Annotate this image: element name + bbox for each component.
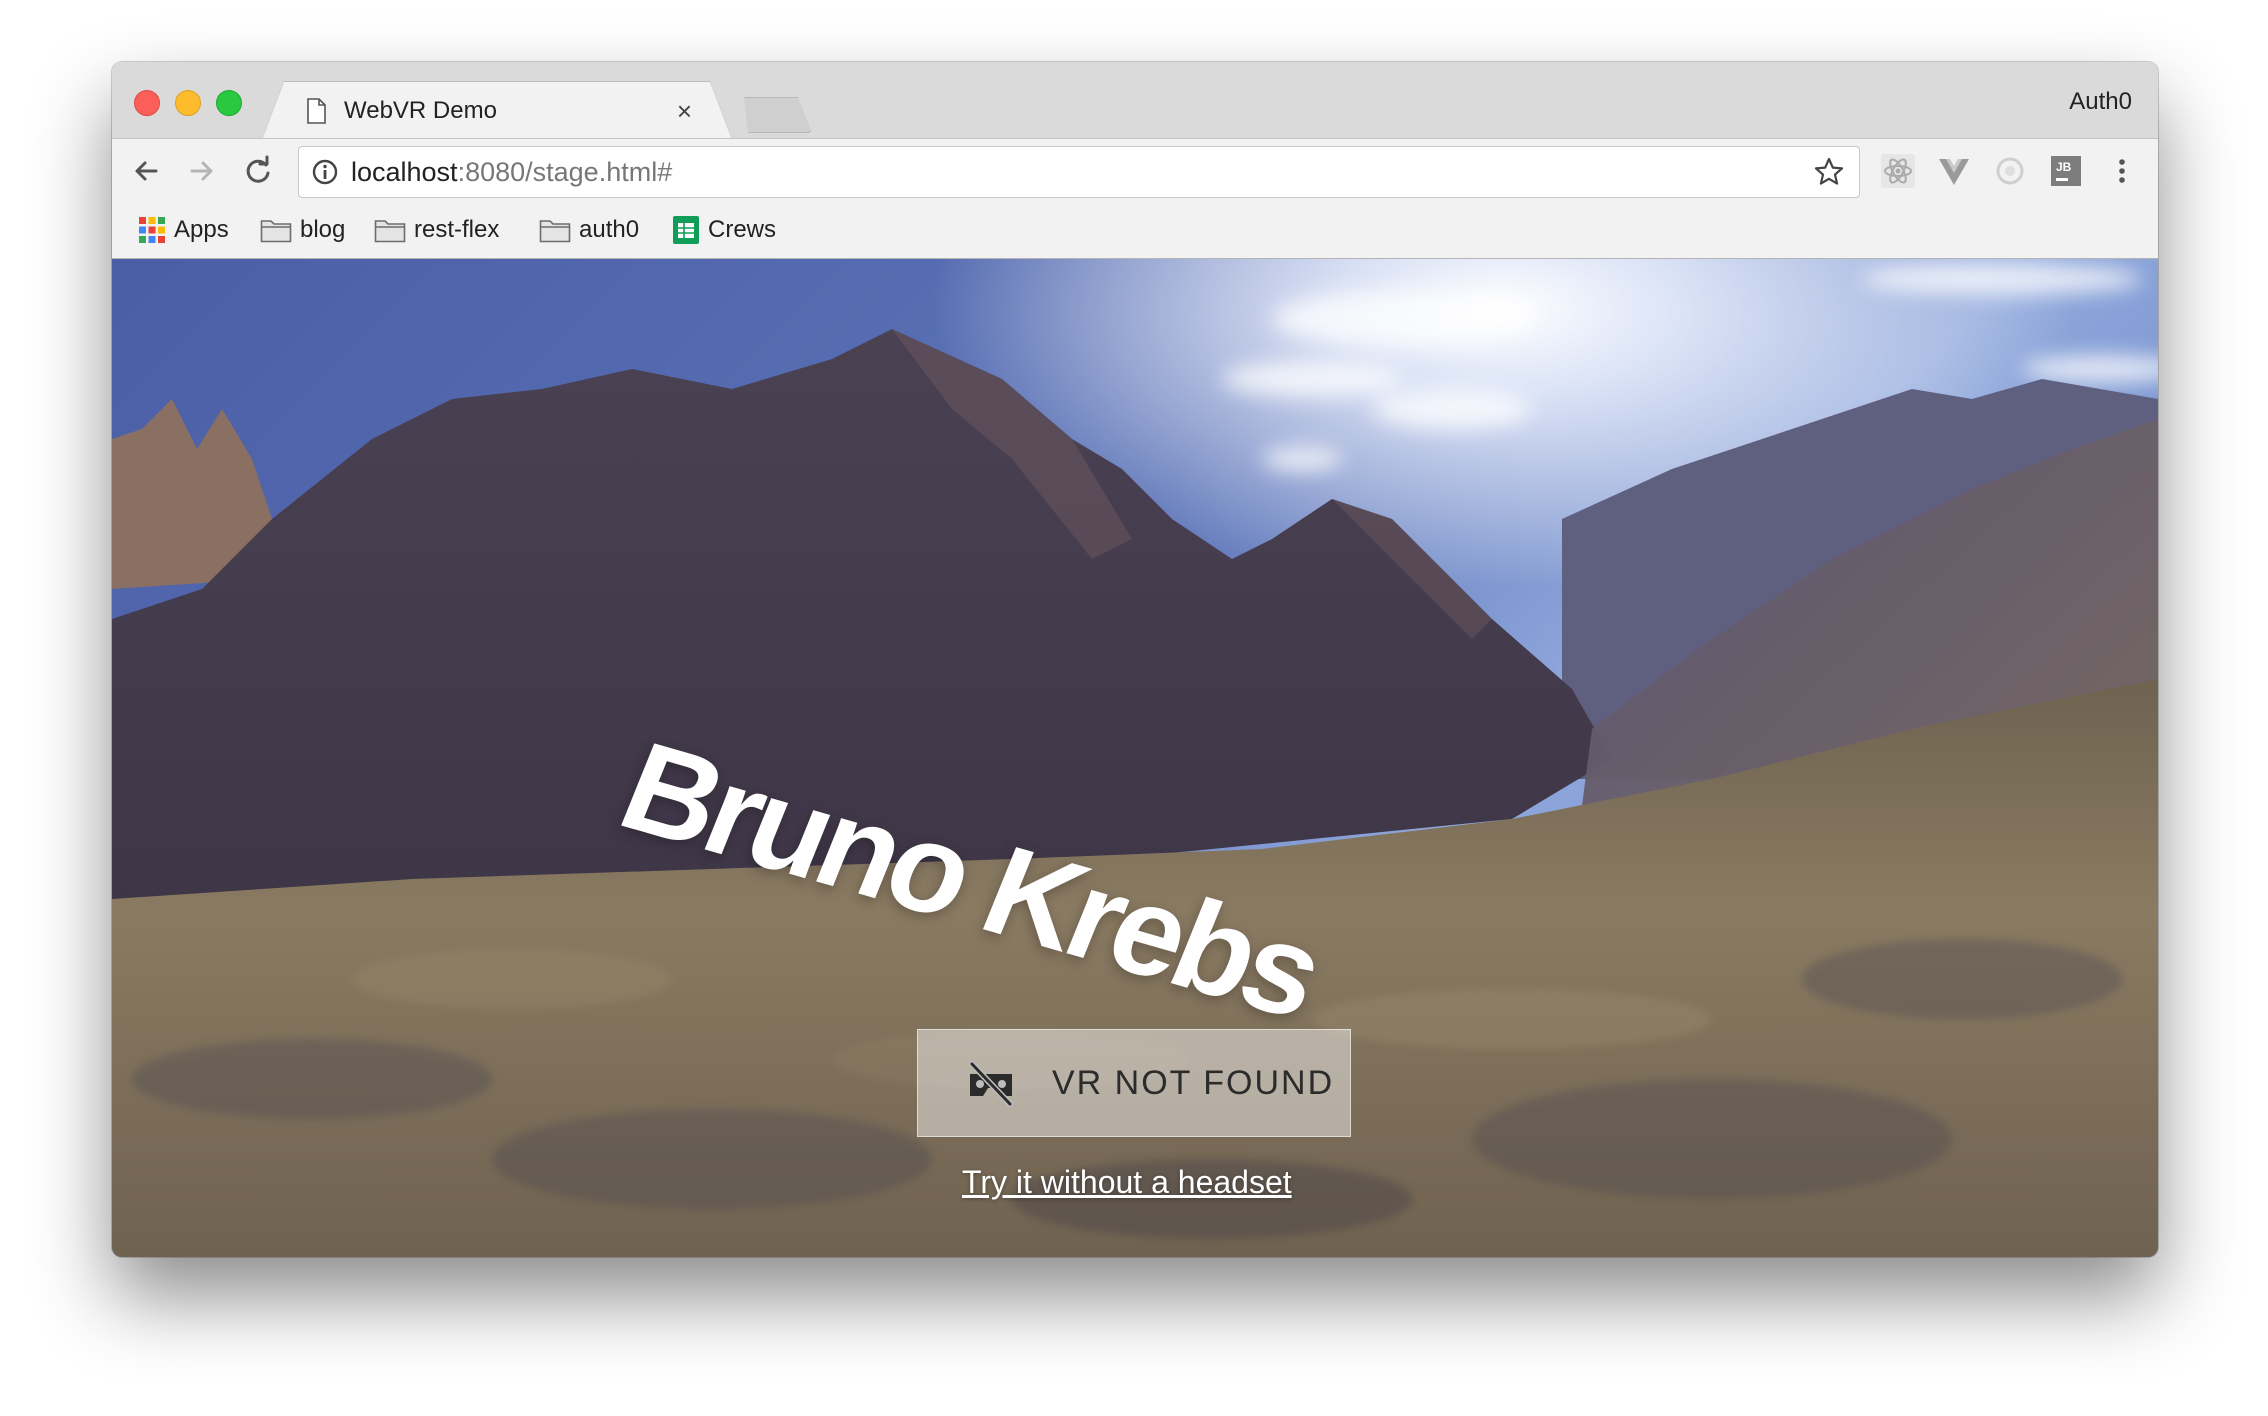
tab-strip: WebVR Demo × Auth0	[112, 62, 2158, 138]
tab-close-icon[interactable]: ×	[677, 96, 692, 126]
bookmark-crews[interactable]: Crews	[672, 210, 776, 250]
redux-devtools-icon[interactable]	[1992, 153, 2028, 189]
forward-button[interactable]	[182, 151, 222, 191]
folder-icon	[260, 220, 292, 243]
jetbrains-icon[interactable]: JB	[2048, 153, 2084, 189]
menu-kebab-icon[interactable]	[2104, 153, 2140, 189]
bookmarks-bar: Apps blog rest-flex auth0 Crews	[112, 202, 2158, 259]
document-icon	[306, 98, 326, 124]
vr-scene-viewport[interactable]: Bruno Krebs VR NOT FOUND Try it without …	[112, 259, 2158, 1257]
profile-name[interactable]: Auth0	[2069, 88, 2132, 116]
forward-arrow-icon	[190, 161, 213, 181]
bookmark-label: auth0	[579, 216, 640, 243]
folder-icon	[374, 220, 406, 243]
new-tab-button[interactable]	[734, 97, 812, 133]
folder-icon	[539, 220, 571, 243]
bookmark-label: blog	[300, 216, 346, 243]
maximize-window-button[interactable]	[216, 90, 242, 116]
bookmark-label: Crews	[708, 216, 777, 243]
vue-devtools-icon[interactable]	[1936, 153, 1972, 189]
reload-button[interactable]	[238, 151, 278, 191]
vr-button-label: VR NOT FOUND	[1052, 1064, 1335, 1102]
vr-not-found-button[interactable]: VR NOT FOUND	[917, 1029, 1351, 1137]
sheets-icon	[673, 216, 699, 244]
url-path: :8080/stage.html#	[457, 157, 673, 187]
vr-headset-off-icon	[969, 1061, 1013, 1107]
url-host: localhost	[351, 157, 458, 187]
apps-grid-icon	[139, 217, 165, 243]
bookmark-label: Apps	[174, 216, 229, 243]
bookmark-label: rest-flex	[414, 216, 500, 243]
back-arrow-icon	[135, 161, 158, 181]
bookmark-star-icon[interactable]	[1813, 156, 1845, 188]
info-icon[interactable]	[311, 158, 339, 186]
try-without-headset-link[interactable]: Try it without a headset	[962, 1164, 1292, 1201]
minimize-window-button[interactable]	[175, 90, 201, 116]
back-button[interactable]	[126, 151, 166, 191]
tab-title: WebVR Demo	[344, 97, 497, 124]
address-bar[interactable]: localhost:8080/stage.html#	[298, 146, 1860, 198]
address-text[interactable]: localhost:8080/stage.html#	[351, 156, 672, 188]
bookmark-blog[interactable]: blog	[260, 210, 345, 250]
browser-window: WebVR Demo × Auth0 localhost:8080/stage.…	[112, 62, 2158, 1257]
bookmark-auth0[interactable]: auth0	[539, 210, 639, 250]
browser-toolbar: localhost:8080/stage.html# JB	[112, 138, 2158, 203]
tab-active[interactable]: WebVR Demo ×	[262, 82, 732, 140]
react-devtools-icon[interactable]	[1880, 153, 1916, 189]
reload-icon	[246, 155, 270, 183]
svg-text:JB: JB	[2056, 160, 2072, 174]
close-window-button[interactable]	[134, 90, 160, 116]
bookmark-apps[interactable]: Apps	[138, 210, 229, 250]
bookmark-rest-flex[interactable]: rest-flex	[374, 210, 499, 250]
